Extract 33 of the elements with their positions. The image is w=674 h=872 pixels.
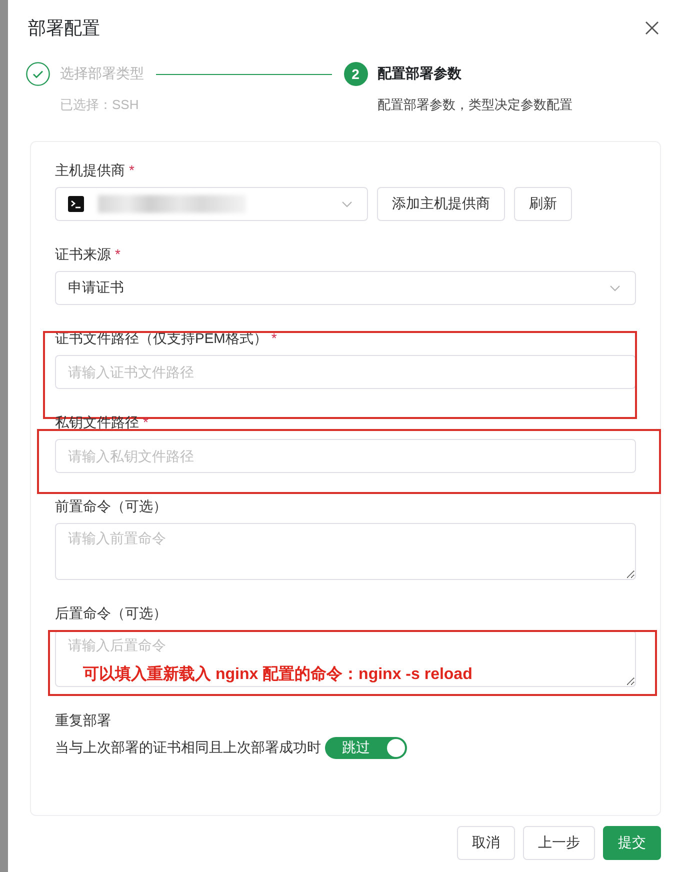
action-button[interactable]: 添加主机提供商 (377, 187, 505, 221)
switch-knob-icon (387, 739, 405, 757)
footer-button[interactable]: 取消 (457, 826, 515, 860)
field-label: 重复部署 (55, 712, 111, 728)
required-mark: * (115, 246, 120, 262)
submit-button[interactable]: 提交 (603, 826, 661, 860)
close-button[interactable] (645, 21, 659, 35)
step-title: 配置部署参数 (378, 65, 462, 83)
step-title: 选择部署类型 (60, 65, 144, 83)
select-field[interactable]: 申请证书 (55, 271, 636, 305)
close-icon (645, 21, 659, 35)
field-label: 证书来源 (55, 246, 111, 262)
terminal-icon (68, 196, 84, 212)
step-description: 已选择：SSH (60, 96, 140, 114)
toggle-switch[interactable]: 跳过 (325, 737, 407, 759)
field-label: 私钥文件路径 (55, 414, 139, 430)
select-field[interactable] (55, 187, 368, 221)
step-description: 配置部署参数，类型决定参数配置 (378, 96, 574, 114)
switch-description: 当与上次部署的证书相同且上次部署成功时 (55, 739, 321, 757)
action-button[interactable]: 刷新 (514, 187, 572, 221)
dialog-title: 部署配置 (28, 17, 100, 40)
required-mark: * (143, 414, 148, 430)
required-mark: * (271, 330, 277, 346)
textarea-field[interactable]: 请输入前置命令 (55, 523, 636, 580)
text-input[interactable]: 请输入私钥文件路径 (55, 439, 636, 473)
field-label: 主机提供商 (55, 162, 125, 178)
field-label: 后置命令（可选） (55, 605, 167, 621)
footer-button[interactable]: 上一步 (523, 826, 595, 860)
text-input[interactable]: 请输入证书文件路径 (55, 355, 636, 389)
field-label: 前置命令（可选） (55, 498, 167, 514)
step-number: 2 (344, 62, 368, 86)
required-mark: * (129, 162, 134, 178)
annotation-note: 可以填入重新载入 nginx 配置的命令：nginx -s reload (83, 664, 472, 685)
